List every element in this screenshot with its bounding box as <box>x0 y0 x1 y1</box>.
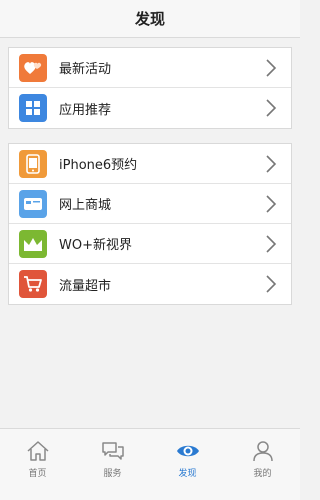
chat-bubbles-icon <box>101 442 124 460</box>
menu-item-label: 应用推荐 <box>59 102 112 118</box>
menu-group-1: 最新活动 应用推荐 <box>8 47 292 129</box>
bottom-tab-bar: 首页 服务 发现 我的 <box>0 428 300 500</box>
page-title: 发现 <box>134 10 165 28</box>
menu-item-wo-new-vision[interactable]: WO+新视界 <box>9 224 291 264</box>
hearts-icon <box>19 53 47 82</box>
menu-item-label: iPhone6预约 <box>59 158 138 173</box>
chevron-right-icon <box>266 99 277 117</box>
card-icon <box>19 189 47 218</box>
menu-item-label: WO+新视界 <box>59 238 132 253</box>
menu-item-label: 最新活动 <box>59 62 112 77</box>
tab-label: 我的 <box>253 469 272 479</box>
menu-item-app-recommendations[interactable]: 应用推荐 <box>9 88 291 128</box>
eye-icon <box>176 445 199 457</box>
menu-item-label: 流量超市 <box>59 278 112 294</box>
chevron-right-icon <box>266 154 277 173</box>
crown-icon <box>19 229 47 258</box>
chevron-right-icon <box>266 234 277 253</box>
chevron-right-icon <box>266 58 277 77</box>
tab-label: 首页 <box>28 469 47 479</box>
app-screen: 发现 最新活动 应用推荐 iPhone6预约 网上商城 WO+新视界 流量超市 … <box>0 0 300 500</box>
top-bar: 发现 <box>0 0 300 38</box>
person-icon <box>252 441 273 462</box>
tab-services[interactable]: 服务 <box>75 429 150 500</box>
menu-item-data-supermarket[interactable]: 流量超市 <box>9 264 291 304</box>
tab-label: 发现 <box>178 469 197 479</box>
menu-item-iphone6-reservation[interactable]: iPhone6预约 <box>9 144 291 184</box>
chevron-right-icon <box>266 194 277 213</box>
phone-icon <box>19 149 47 178</box>
tab-label: 服务 <box>103 469 122 479</box>
menu-item-label: 网上商城 <box>59 198 112 213</box>
tab-home[interactable]: 首页 <box>0 429 75 500</box>
tab-mine[interactable]: 我的 <box>225 429 300 500</box>
menu-item-online-mall[interactable]: 网上商城 <box>9 184 291 224</box>
menu-item-latest-activities[interactable]: 最新活动 <box>9 48 291 88</box>
cart-icon <box>19 270 47 298</box>
home-icon <box>26 441 49 461</box>
menu-group-2: iPhone6预约 网上商城 WO+新视界 流量超市 <box>8 143 292 305</box>
chevron-right-icon <box>266 275 277 293</box>
tab-discover[interactable]: 发现 <box>150 429 225 500</box>
grid-apps-icon <box>19 94 47 122</box>
